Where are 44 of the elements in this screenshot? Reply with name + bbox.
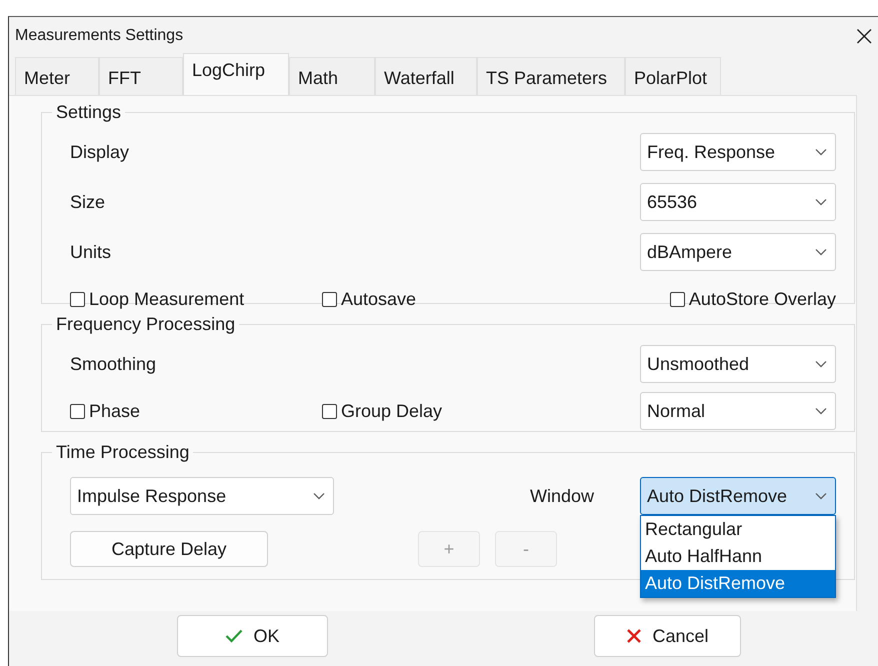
ok-button[interactable]: OK: [177, 615, 328, 657]
field-label: Display: [70, 142, 130, 162]
group-title: Frequency Processing: [55, 314, 236, 335]
checkbox[interactable]: AutoStore Overlay: [670, 288, 836, 310]
chevron-down-icon: [313, 492, 325, 500]
field-label: Smoothing: [70, 354, 156, 374]
close-icon: [626, 628, 642, 644]
chevron-down-icon: [815, 148, 827, 156]
tab[interactable]: Meter: [15, 57, 99, 95]
field-label: Size: [70, 192, 106, 212]
field-label: Units: [70, 242, 112, 262]
dropdown-option[interactable]: Auto HalfHann: [641, 543, 835, 570]
checkbox[interactable]: Group Delay: [322, 400, 442, 422]
tab[interactable]: LogChirp: [183, 53, 289, 95]
checkmark-icon: [225, 629, 244, 643]
cancel-button[interactable]: Cancel: [594, 615, 741, 657]
tab[interactable]: FFT: [99, 57, 183, 95]
chevron-down-icon: [815, 198, 827, 206]
checkbox[interactable]: Phase: [70, 400, 140, 422]
button[interactable]: Capture Delay: [70, 531, 268, 567]
chevron-down-icon: [815, 360, 827, 368]
dropdown[interactable]: dBAmpere: [640, 233, 836, 271]
chevron-down-icon: [815, 248, 827, 256]
close-button[interactable]: ×: [848, 22, 878, 50]
dropdown-option[interactable]: Rectangular: [641, 516, 835, 543]
chevron-down-icon: [815, 407, 827, 415]
tab[interactable]: Waterfall: [375, 57, 477, 95]
group-title: Time Processing: [55, 442, 190, 463]
dropdown[interactable]: Freq. Response: [640, 133, 836, 171]
tab[interactable]: PolarPlot: [625, 57, 721, 95]
field-label: Window: [530, 486, 594, 506]
dropdown[interactable]: Unsmoothed: [640, 345, 836, 383]
dropdown[interactable]: Impulse Response: [70, 477, 334, 515]
checkbox[interactable]: Loop Measurement: [70, 288, 244, 310]
checkbox[interactable]: Autosave: [322, 288, 416, 310]
dropdown[interactable]: Normal: [640, 392, 836, 430]
dropdown[interactable]: Auto DistRemove: [640, 477, 836, 515]
dropdown-option[interactable]: Auto DistRemove: [641, 570, 835, 597]
group-title: Settings: [55, 102, 122, 123]
window-title: Measurements Settings: [15, 27, 184, 45]
tab[interactable]: Math: [289, 57, 375, 95]
chevron-down-icon: [815, 492, 827, 500]
tab[interactable]: TS Parameters: [477, 57, 625, 95]
dropdown[interactable]: 65536: [640, 183, 836, 221]
